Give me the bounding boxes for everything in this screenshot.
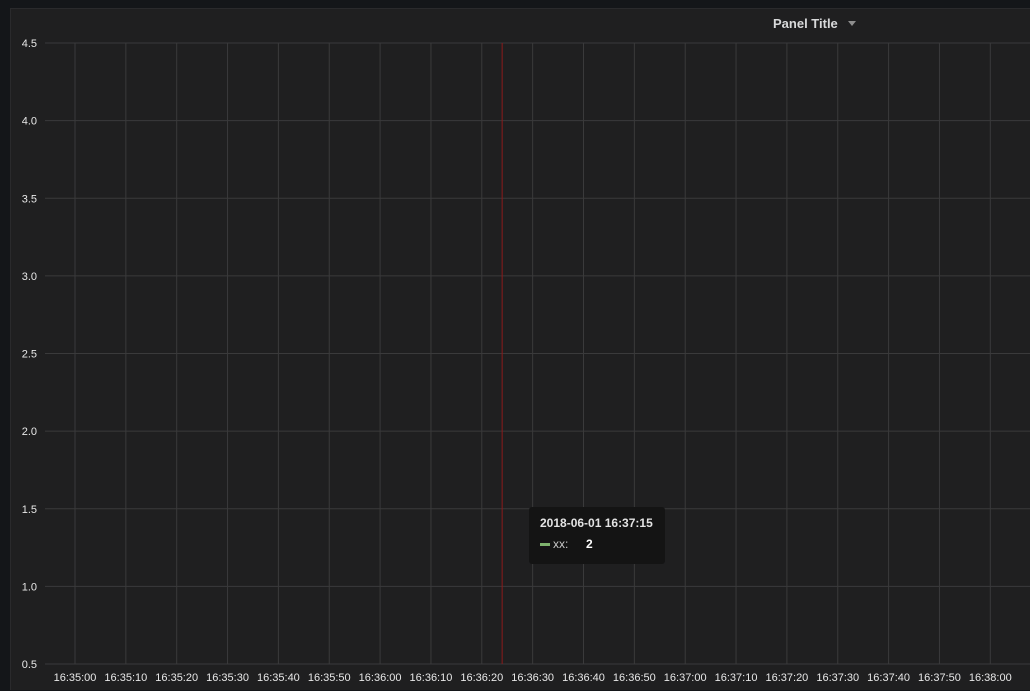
graph-panel: 0.5 1.0 1.5 2.0 2.5 3.0 3.5 4.0 4.5 16:35:00 16:3… [10, 8, 1030, 690]
y-tick-label: 1.0 [22, 581, 37, 593]
y-tick-label: 4.0 [22, 116, 37, 128]
x-tick-label: 16:38:00 [969, 672, 1012, 684]
x-tick-label: 16:37:40 [867, 672, 910, 684]
x-tick-label: 16:35:50 [308, 672, 351, 684]
x-tick-label: 16:37:30 [816, 672, 859, 684]
y-tick-label: 4.5 [22, 38, 37, 50]
y-axis-labels: 0.5 1.0 1.5 2.0 2.5 3.0 3.5 4.0 4.5 [22, 38, 37, 671]
tooltip-series-value: 2 [586, 537, 593, 551]
x-tick-label: 16:37:50 [918, 672, 961, 684]
x-tick-label: 16:36:10 [410, 672, 453, 684]
y-tick-label: 1.5 [22, 504, 37, 516]
tooltip-timestamp: 2018-06-01 16:37:15 [540, 516, 653, 530]
x-tick-label: 16:35:30 [206, 672, 249, 684]
series-color-swatch [540, 542, 550, 546]
y-tick-label: 3.0 [22, 271, 37, 283]
x-axis-labels: 16:35:00 16:35:10 16:35:20 16:35:30 16:35:40… [54, 672, 1012, 684]
tooltip-series-row: xx: 2 [540, 537, 654, 551]
x-tick-label: 16:35:20 [155, 672, 198, 684]
caret-down-icon[interactable] [847, 21, 856, 26]
x-tick-label: 16:35:00 [54, 672, 97, 684]
x-tick-label: 16:36:20 [460, 672, 503, 684]
panel-title[interactable]: Panel Title [773, 16, 838, 31]
x-tick-label: 16:35:10 [104, 672, 147, 684]
x-tick-label: 16:35:40 [257, 672, 300, 684]
x-tick-label: 16:36:30 [511, 672, 554, 684]
tooltip-series-name: xx: [553, 537, 569, 551]
panel-title-menu[interactable]: Panel Title [773, 16, 856, 31]
y-tick-label: 3.5 [22, 193, 37, 205]
x-tick-label: 16:36:00 [359, 672, 402, 684]
y-tick-label: 2.5 [22, 349, 37, 361]
horizontal-grid [45, 42, 1030, 665]
y-tick-label: 2.0 [22, 426, 37, 438]
x-tick-label: 16:37:10 [715, 672, 758, 684]
chart-plot-area[interactable]: 0.51.01.52.02.53.03.54.04.5 16:35:00 16:3… [11, 9, 1030, 691]
panel-header: Panel Title [11, 14, 1030, 34]
x-tick-label: 16:37:00 [664, 672, 707, 684]
y-tick-label: 0.5 [22, 659, 37, 671]
graph-tooltip: 2018-06-01 16:37:15 xx: 2 [529, 507, 665, 564]
x-tick-label: 16:36:50 [613, 672, 656, 684]
x-tick-label: 16:36:40 [562, 672, 605, 684]
x-tick-label: 16:37:20 [765, 672, 808, 684]
